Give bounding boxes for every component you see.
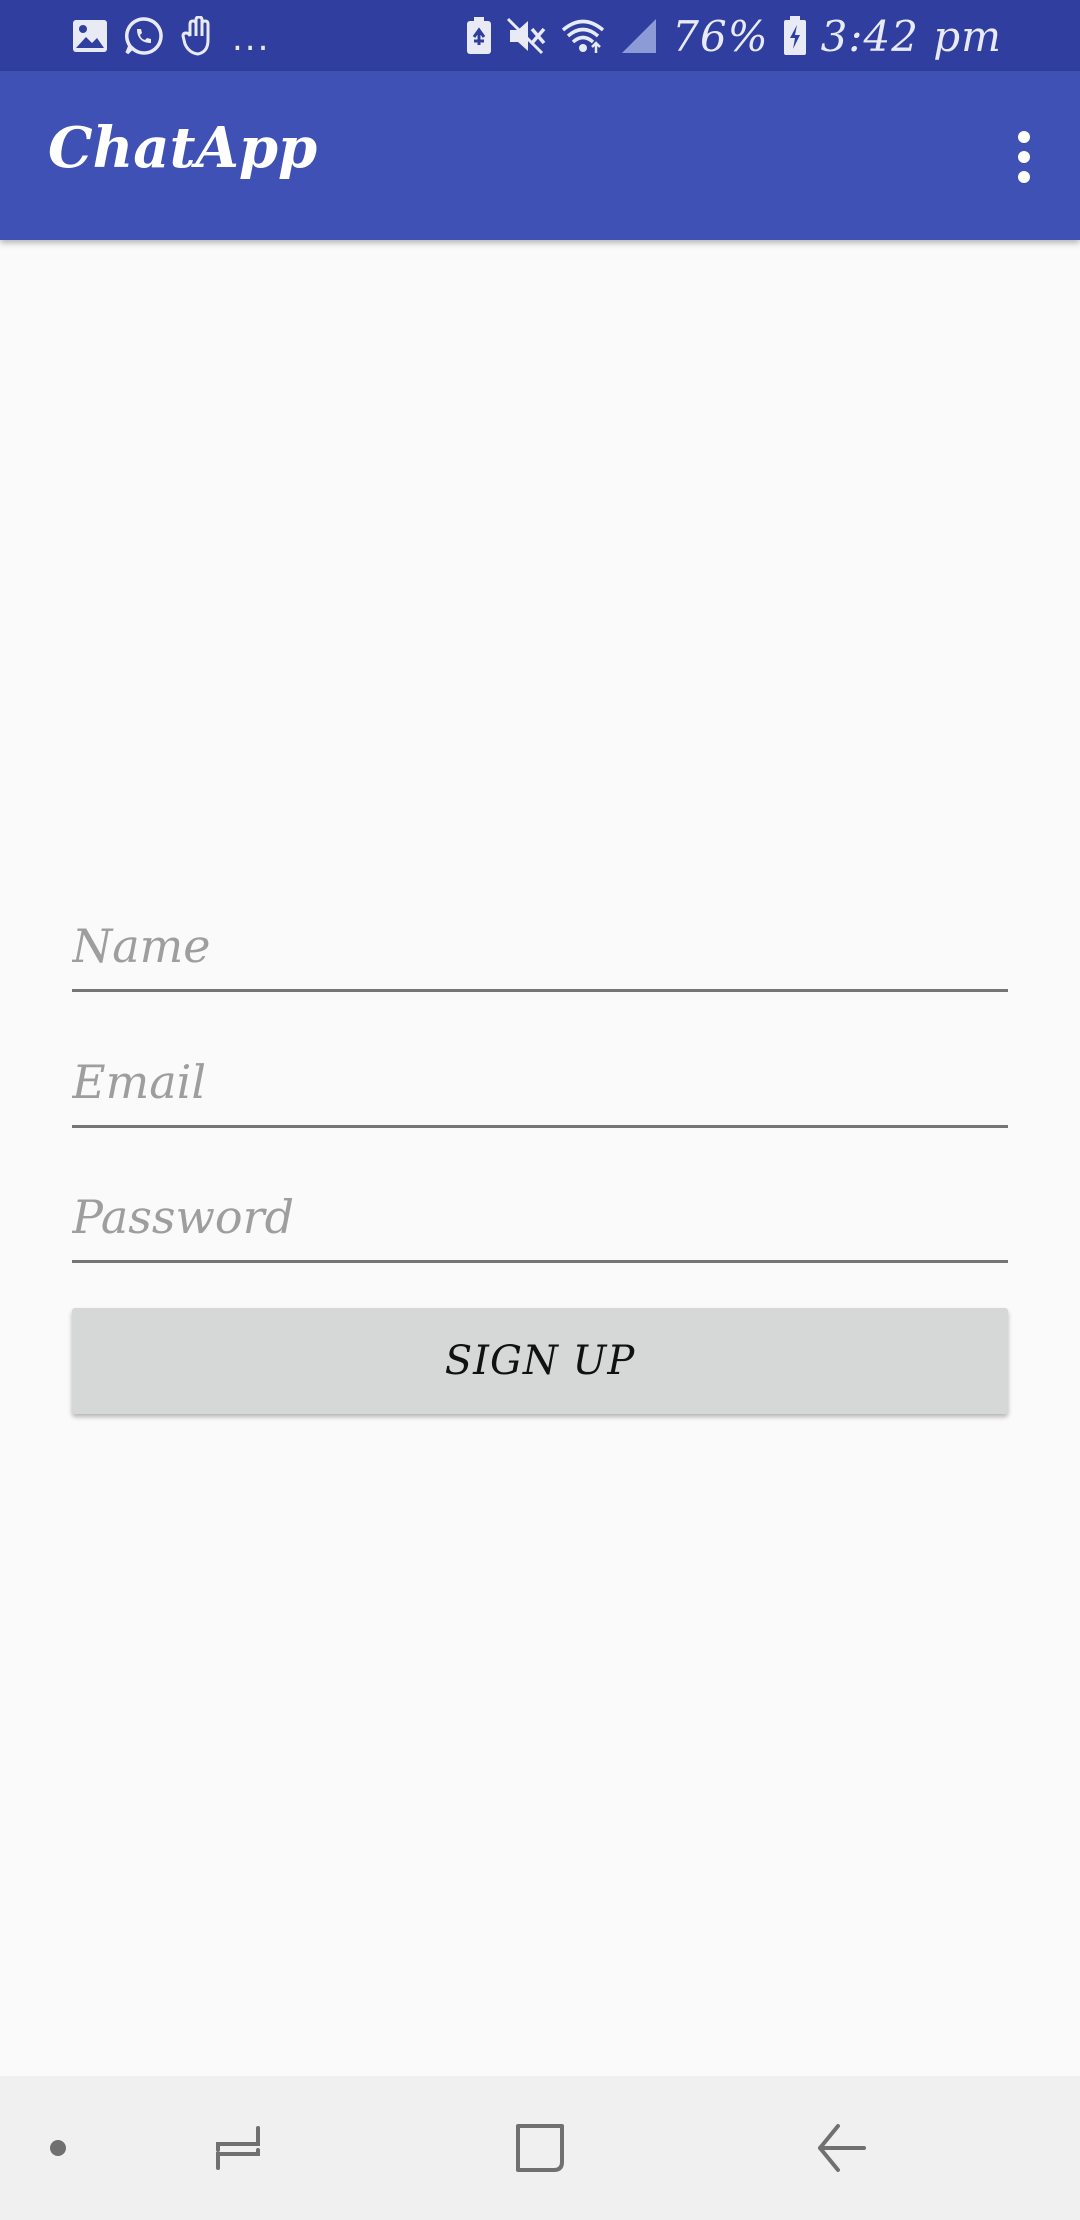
navigation-bar <box>0 2076 1080 2220</box>
dot-icon[interactable] <box>30 2076 86 2220</box>
gallery-icon <box>72 19 108 53</box>
wifi-icon <box>560 17 606 55</box>
recents-icon[interactable] <box>196 2076 280 2220</box>
back-icon[interactable] <box>800 2076 884 2220</box>
cell-signal-icon <box>620 17 658 55</box>
app-bar: ChatApp <box>0 71 1080 240</box>
menu-dot <box>1018 131 1030 143</box>
battery-icon <box>783 16 807 56</box>
status-bar: ... 76% 3:42 pm <box>0 0 1080 71</box>
overflow-menu-icon[interactable] <box>1000 125 1048 189</box>
mute-icon <box>506 17 546 55</box>
email-input[interactable] <box>72 1048 1008 1128</box>
menu-dot <box>1018 171 1030 183</box>
clock: 3:42 pm <box>820 11 1002 61</box>
hand-icon <box>180 16 216 56</box>
sign-up-button[interactable]: SIGN UP <box>72 1308 1008 1414</box>
battery-percentage: 76% <box>672 11 769 61</box>
name-input[interactable] <box>72 912 1008 992</box>
battery-saver-icon <box>466 17 492 55</box>
home-icon[interactable] <box>500 2076 580 2220</box>
system-icons: 76% 3:42 pm <box>466 11 1002 61</box>
notification-icons: ... <box>72 12 270 60</box>
signup-screen: ... 76% 3:42 pm ChatApp Name Email SIGN … <box>0 0 1080 2220</box>
password-input[interactable] <box>72 1183 1008 1263</box>
more-notifications-indicator: ... <box>232 19 271 59</box>
app-title: ChatApp <box>48 115 318 181</box>
menu-dot <box>1018 151 1030 163</box>
whatsapp-icon <box>124 16 164 56</box>
